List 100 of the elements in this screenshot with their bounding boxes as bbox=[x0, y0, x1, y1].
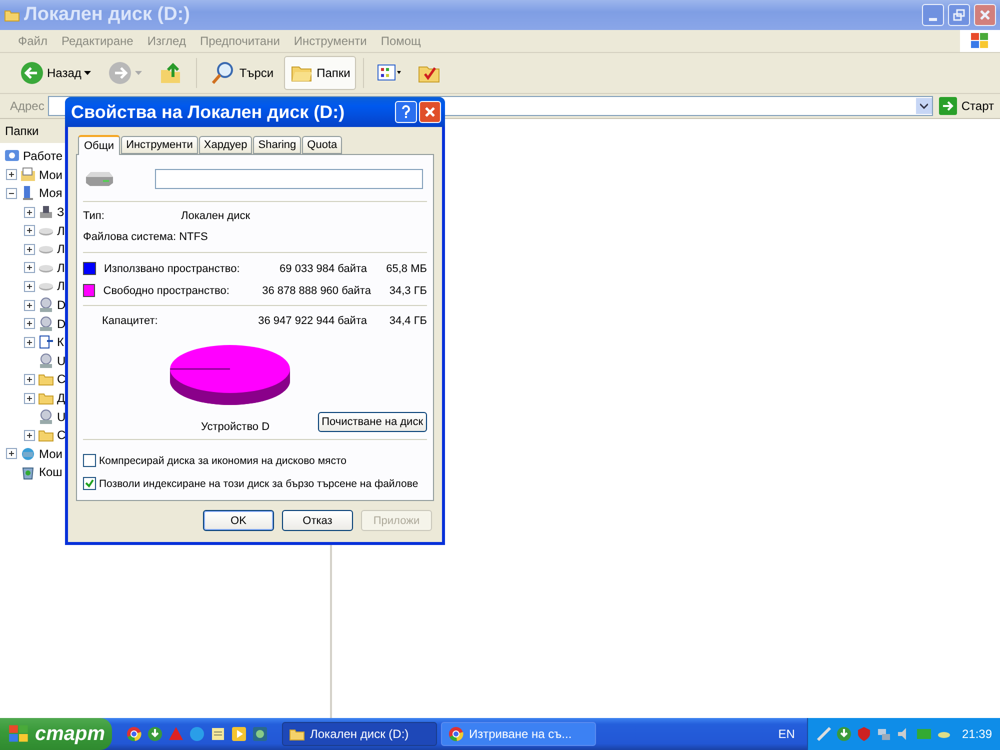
expand-toggle[interactable] bbox=[24, 262, 35, 274]
expand-toggle[interactable] bbox=[24, 336, 35, 348]
space-label: Използвано пространство: bbox=[104, 262, 241, 274]
network-icon bbox=[876, 726, 892, 742]
address-label: Адрес bbox=[10, 99, 44, 113]
disk-cleanup-button[interactable]: Почистване на диск bbox=[318, 412, 427, 432]
tree-item[interactable]: Моя bbox=[39, 186, 62, 200]
tree-item[interactable]: Работе bbox=[23, 149, 63, 164]
minimize-button[interactable] bbox=[922, 4, 944, 26]
dialog-button[interactable]: OK bbox=[203, 510, 274, 531]
cd-drive-icon bbox=[38, 316, 54, 332]
tree-item[interactable]: Кош bbox=[39, 465, 62, 480]
bytes-value: 36 878 888 960 байта bbox=[262, 284, 371, 296]
tree-item[interactable]: D bbox=[57, 298, 66, 312]
windows-logo-icon bbox=[8, 724, 30, 744]
close-button[interactable] bbox=[974, 4, 996, 26]
tree-item[interactable]: Л bbox=[57, 279, 65, 294]
tab[interactable]: Хардуер bbox=[198, 136, 252, 154]
tab[interactable]: Quota bbox=[302, 136, 342, 154]
tree-item[interactable]: С bbox=[57, 428, 66, 442]
taskbar-button[interactable]: Изтриване на съ... bbox=[441, 722, 596, 746]
plus-icon bbox=[26, 246, 33, 253]
tree-item[interactable]: D bbox=[57, 316, 66, 331]
tab[interactable]: Sharing bbox=[253, 136, 302, 154]
shield-icon bbox=[856, 726, 872, 742]
plus-icon bbox=[26, 432, 33, 439]
taskbar-button[interactable]: Локален диск (D:) bbox=[282, 722, 437, 746]
help-button[interactable] bbox=[395, 101, 417, 123]
tab[interactable]: Инструменти bbox=[121, 136, 198, 154]
network-icon bbox=[20, 446, 36, 462]
tree-item[interactable]: Мои bbox=[39, 446, 63, 461]
back-button[interactable]: Назад bbox=[14, 56, 98, 90]
expand-toggle[interactable] bbox=[24, 244, 35, 255]
type-label: Тип: bbox=[83, 210, 106, 222]
tree-item[interactable]: З bbox=[57, 205, 64, 220]
plus-icon bbox=[26, 282, 33, 290]
views-icon bbox=[377, 63, 402, 83]
file-system-label: Файлова система: bbox=[83, 231, 176, 243]
window-title: Локален диск (D:) bbox=[24, 4, 191, 26]
expand-toggle[interactable] bbox=[6, 448, 17, 460]
space-label: Свободно пространство: bbox=[103, 284, 230, 296]
folders-button[interactable]: Папки bbox=[284, 56, 356, 90]
chevron-down-icon bbox=[920, 103, 928, 109]
tree-item[interactable]: Л bbox=[57, 260, 65, 275]
r-icon bbox=[252, 726, 268, 742]
expand-toggle[interactable] bbox=[24, 318, 35, 330]
collapse-toggle[interactable] bbox=[6, 188, 17, 199]
restore-icon bbox=[953, 9, 965, 21]
expand-toggle[interactable] bbox=[24, 374, 35, 385]
close-icon bbox=[979, 9, 991, 21]
folder-icon bbox=[20, 166, 36, 183]
checkbox[interactable] bbox=[83, 477, 96, 490]
start-button[interactable]: старт bbox=[0, 718, 112, 750]
size-value: 65,8 МБ bbox=[385, 262, 427, 274]
expand-toggle[interactable] bbox=[6, 169, 17, 180]
expand-toggle[interactable] bbox=[24, 430, 35, 441]
caret-icon[interactable] bbox=[84, 70, 92, 76]
cd-drive-icon bbox=[38, 352, 54, 369]
tab[interactable]: Общи bbox=[78, 135, 120, 155]
tree-item[interactable]: С bbox=[57, 372, 66, 386]
expand-toggle[interactable] bbox=[24, 392, 35, 404]
expand-toggle[interactable] bbox=[24, 280, 35, 292]
tree-item[interactable]: Д bbox=[57, 391, 66, 406]
windows-logo bbox=[960, 30, 1000, 52]
question-mark-icon bbox=[400, 105, 412, 119]
tree-item[interactable]: Мои bbox=[39, 168, 63, 182]
tree-item[interactable]: Л bbox=[57, 242, 65, 256]
cd-drive-icon bbox=[38, 408, 54, 425]
torrent-icon bbox=[836, 726, 852, 742]
dialog-button[interactable]: Отказ bbox=[282, 510, 353, 531]
name-field[interactable] bbox=[155, 169, 423, 189]
bytes-value: 36 947 922 944 байта bbox=[258, 315, 367, 327]
tree-item[interactable]: Л bbox=[57, 224, 65, 238]
tree-item[interactable]: U bbox=[57, 410, 66, 424]
expand-toggle[interactable] bbox=[24, 225, 35, 236]
capacity-label: Капацитет: bbox=[101, 315, 159, 327]
acrobat-icon bbox=[168, 726, 184, 742]
plus-icon bbox=[26, 208, 33, 216]
plus-icon bbox=[26, 376, 33, 383]
close-button[interactable] bbox=[419, 101, 441, 123]
size-value: 34,3 ГБ bbox=[388, 284, 427, 296]
language-indicator[interactable]: EN bbox=[770, 727, 803, 741]
plus-icon bbox=[26, 264, 33, 272]
floppy-drive-icon bbox=[38, 204, 54, 220]
notepad-icon bbox=[210, 726, 226, 742]
expand-toggle[interactable] bbox=[24, 300, 35, 311]
plus-icon bbox=[26, 320, 33, 328]
expand-toggle[interactable] bbox=[24, 206, 35, 218]
checkmark-icon bbox=[85, 479, 94, 488]
go-button[interactable]: Старт bbox=[937, 97, 1000, 115]
clock: 21:39 bbox=[962, 727, 992, 741]
dropdown-button[interactable] bbox=[916, 98, 932, 114]
checkbox-label: Позволи индексиране на този диск за бързо търсене на файлове bbox=[99, 478, 418, 490]
control-panel-icon bbox=[38, 334, 54, 350]
checkbox[interactable] bbox=[83, 454, 96, 467]
search-button[interactable]: Търси bbox=[204, 56, 280, 90]
tree-item[interactable]: К bbox=[57, 335, 64, 350]
plus-icon bbox=[26, 227, 33, 234]
restore-button[interactable] bbox=[948, 4, 970, 26]
tree-item[interactable]: U bbox=[57, 354, 66, 368]
